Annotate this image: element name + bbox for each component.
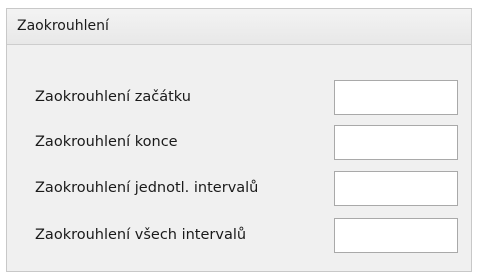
rounding-single-interval-label: Zaokrouhlení jednotl. intervalů	[35, 180, 259, 196]
panel-header: Zaokrouhlení	[7, 9, 471, 45]
rounding-panel: Zaokrouhlení Zaokrouhlení začátku Zaokro…	[6, 8, 472, 272]
rounding-all-intervals-label: Zaokrouhlení všech intervalů	[35, 227, 247, 243]
rounding-start-input[interactable]	[334, 80, 458, 115]
rounding-end-input[interactable]	[334, 125, 458, 160]
panel-title: Zaokrouhlení	[17, 18, 109, 34]
rounding-all-intervals-input[interactable]	[334, 218, 458, 253]
rounding-start-label: Zaokrouhlení začátku	[35, 89, 191, 105]
rounding-end-label: Zaokrouhlení konce	[35, 134, 178, 150]
rounding-single-interval-input[interactable]	[334, 171, 458, 206]
